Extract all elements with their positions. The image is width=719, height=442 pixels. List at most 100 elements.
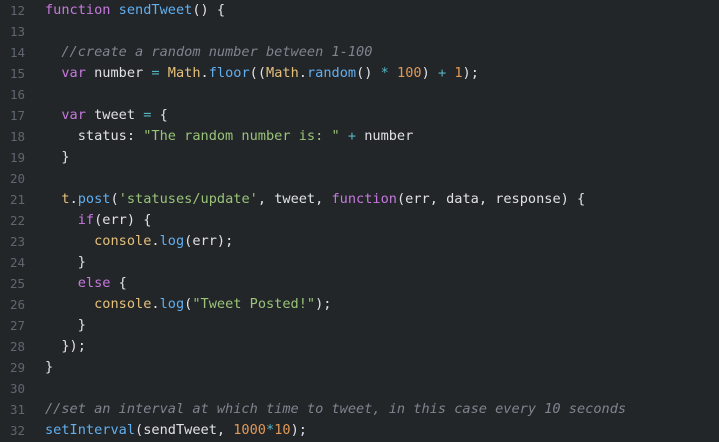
code-line[interactable]: 18 status: "The random number is: " + nu… [0, 126, 719, 147]
line-number: 20 [9, 171, 25, 186]
line-code[interactable]: var tweet = { [45, 105, 168, 126]
token-plain-text [110, 2, 118, 18]
token-plain-text [340, 128, 348, 144]
code-line[interactable]: 26 console.log("Tweet Posted!"); [0, 294, 719, 315]
token-operator: = [151, 65, 160, 81]
token-plain-text: () { [192, 2, 226, 18]
token-plain-text: . [298, 65, 307, 81]
code-line[interactable]: 19 } [0, 147, 719, 168]
token-function-name: log [159, 233, 185, 249]
token-plain-text: { [110, 275, 127, 291]
token-operator: * [380, 65, 389, 81]
token-function-name: post [77, 191, 111, 207]
token-number-literal: 100 [397, 65, 422, 81]
token-plain-text: . [200, 65, 209, 81]
token-plain-text: () [356, 65, 381, 81]
token-comment: //create a random number between 1-100 [61, 44, 373, 60]
token-plain-text [45, 65, 61, 81]
token-number-literal: 10 [274, 422, 291, 438]
token-keyword: var [61, 65, 86, 81]
line-number: 21 [9, 192, 25, 207]
token-function-name: sendTweet [118, 2, 193, 18]
code-line[interactable]: 21 t.post('statuses/update', tweet, func… [0, 189, 719, 210]
token-comment: //set an interval at which time to tweet… [45, 401, 627, 417]
token-plain-text: (( [249, 65, 267, 81]
line-number: 24 [9, 255, 25, 270]
token-plain-text [45, 275, 78, 291]
code-line[interactable]: 25 else { [0, 273, 719, 294]
code-line[interactable]: 12 function sendTweet() { [0, 0, 719, 21]
token-object-name: Math [167, 65, 201, 81]
line-code[interactable]: function sendTweet() { [45, 0, 225, 21]
line-code[interactable]: //set an interval at which time to tweet… [45, 399, 626, 420]
line-code[interactable]: t.post('statuses/update', tweet, functio… [45, 189, 585, 210]
line-code[interactable]: var number = Math.floor((Math.random() *… [45, 63, 479, 84]
line-code[interactable]: else { [45, 273, 127, 294]
line-number: 29 [9, 360, 25, 375]
token-string-literal: "Tweet Posted!" [192, 296, 316, 312]
code-line[interactable]: 31 //set an interval at which time to twe… [0, 399, 719, 420]
line-number: 26 [9, 297, 25, 312]
token-plain-text: number [85, 65, 152, 81]
line-number: 25 [9, 276, 25, 291]
token-keyword: function [45, 2, 111, 18]
code-line[interactable]: 22 if(err) { [0, 210, 719, 231]
token-operator: * [266, 422, 275, 438]
code-line[interactable]: 15 var number = Math.floor((Math.random(… [0, 63, 719, 84]
token-plain-text [45, 233, 94, 249]
line-number: 22 [9, 213, 25, 228]
code-line[interactable]: 24 } [0, 252, 719, 273]
token-plain-text: ) [421, 65, 438, 81]
line-number: 27 [9, 318, 25, 333]
line-number: 31 [9, 402, 25, 417]
line-code[interactable]: console.log(err); [45, 231, 233, 252]
token-plain-text: . [151, 296, 160, 312]
code-line[interactable]: 30 [0, 378, 719, 399]
token-plain-text: } [45, 254, 86, 270]
code-line[interactable]: 23 console.log(err); [0, 231, 719, 252]
code-line[interactable]: 16 [0, 84, 719, 105]
token-plain-text: ( [110, 191, 119, 207]
line-code[interactable]: status: "The random number is: " + numbe… [45, 126, 414, 147]
token-plain-text: } [45, 149, 70, 165]
line-code[interactable]: //create a random number between 1-100 [45, 42, 372, 63]
line-code[interactable]: } [45, 315, 86, 336]
line-code[interactable]: } [45, 147, 70, 168]
token-plain-text [389, 65, 397, 81]
line-number: 15 [9, 66, 25, 81]
code-editor[interactable]: 12 function sendTweet() {13 14 //create a … [0, 0, 719, 442]
line-code[interactable]: } [45, 357, 53, 378]
code-line[interactable]: 27 } [0, 315, 719, 336]
token-object-name: t [61, 191, 70, 207]
code-line[interactable]: 14 //create a random number between 1-10… [0, 42, 719, 63]
token-plain-text: (err, data, response) { [396, 191, 586, 207]
code-line[interactable]: 29} [0, 357, 719, 378]
token-string-literal: "The random number is: " [143, 128, 340, 144]
line-number: 32 [9, 423, 25, 438]
line-code[interactable]: }); [45, 336, 86, 357]
code-line[interactable]: 20 [0, 168, 719, 189]
code-line[interactable]: 13 [0, 21, 719, 42]
line-code[interactable]: setInterval(sendTweet, 1000*10); [45, 420, 307, 441]
code-line[interactable]: 17 var tweet = { [0, 105, 719, 126]
line-number: 18 [9, 129, 25, 144]
line-number: 17 [9, 108, 25, 123]
token-plain-text: { [151, 107, 168, 123]
line-code[interactable]: if(err) { [45, 210, 152, 231]
code-line[interactable]: 32 setInterval(sendTweet, 1000*10); [0, 420, 719, 441]
token-plain-text: status: [45, 128, 144, 144]
token-operator: + [437, 65, 447, 81]
token-plain-text: (err); [184, 233, 234, 249]
token-plain-text: ); [462, 65, 479, 81]
line-code[interactable]: } [45, 252, 86, 273]
code-line[interactable]: 28 }); [0, 336, 719, 357]
token-plain-text: , tweet, [257, 191, 332, 207]
line-number: 28 [9, 339, 25, 354]
token-keyword: function [331, 191, 397, 207]
token-plain-text [45, 212, 78, 228]
token-plain-text: } [45, 317, 86, 333]
line-code[interactable]: console.log("Tweet Posted!"); [45, 294, 331, 315]
token-plain-text [45, 191, 61, 207]
line-number: 16 [9, 87, 25, 102]
token-plain-text: . [151, 233, 160, 249]
